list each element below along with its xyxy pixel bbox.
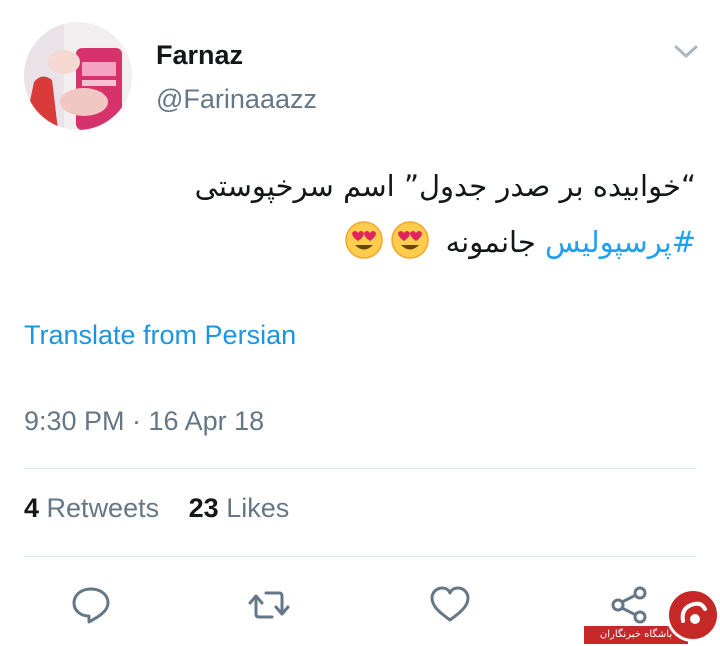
divider — [24, 556, 696, 557]
heart-eyes-emoji-icon — [390, 220, 430, 260]
tweet-timestamp[interactable]: 9:30 PM · 16 Apr 18 — [24, 406, 264, 437]
retweets-count[interactable]: 4 — [24, 493, 39, 523]
hashtag-link[interactable]: #پرسپولیس — [545, 225, 696, 259]
retweet-icon[interactable] — [248, 584, 290, 626]
likes-label[interactable]: Likes — [226, 493, 289, 523]
user-handle[interactable]: @Farinaaazz — [156, 84, 317, 115]
tweet-line-1: “خوابیده بر صدر جدول” اسم سرخپوستی — [194, 169, 696, 203]
heart-eyes-emoji-icon — [344, 220, 384, 260]
likes-count[interactable]: 23 — [189, 493, 219, 523]
retweets-label[interactable]: Retweets — [47, 493, 160, 523]
chevron-down-icon[interactable] — [672, 42, 700, 62]
reply-icon[interactable] — [70, 584, 112, 626]
display-name[interactable]: Farnaz — [156, 40, 243, 71]
avatar[interactable] — [24, 22, 132, 130]
watermark-logo: باشگاه خبرنگاران — [584, 588, 720, 646]
tweet-text: “خوابیده بر صدر جدول” اسم سرخپوستی #پرسپ… — [24, 158, 696, 270]
like-icon[interactable] — [429, 584, 471, 626]
watermark-emblem-icon — [666, 588, 720, 642]
tweet-line-2: #پرسپولیس جانمونه — [24, 214, 696, 270]
divider — [24, 468, 696, 469]
translate-link[interactable]: Translate from Persian — [24, 320, 296, 351]
tweet-line-2-text: جانمونه — [436, 225, 546, 259]
tweet-stats: 4 Retweets 23 Likes — [24, 493, 289, 524]
